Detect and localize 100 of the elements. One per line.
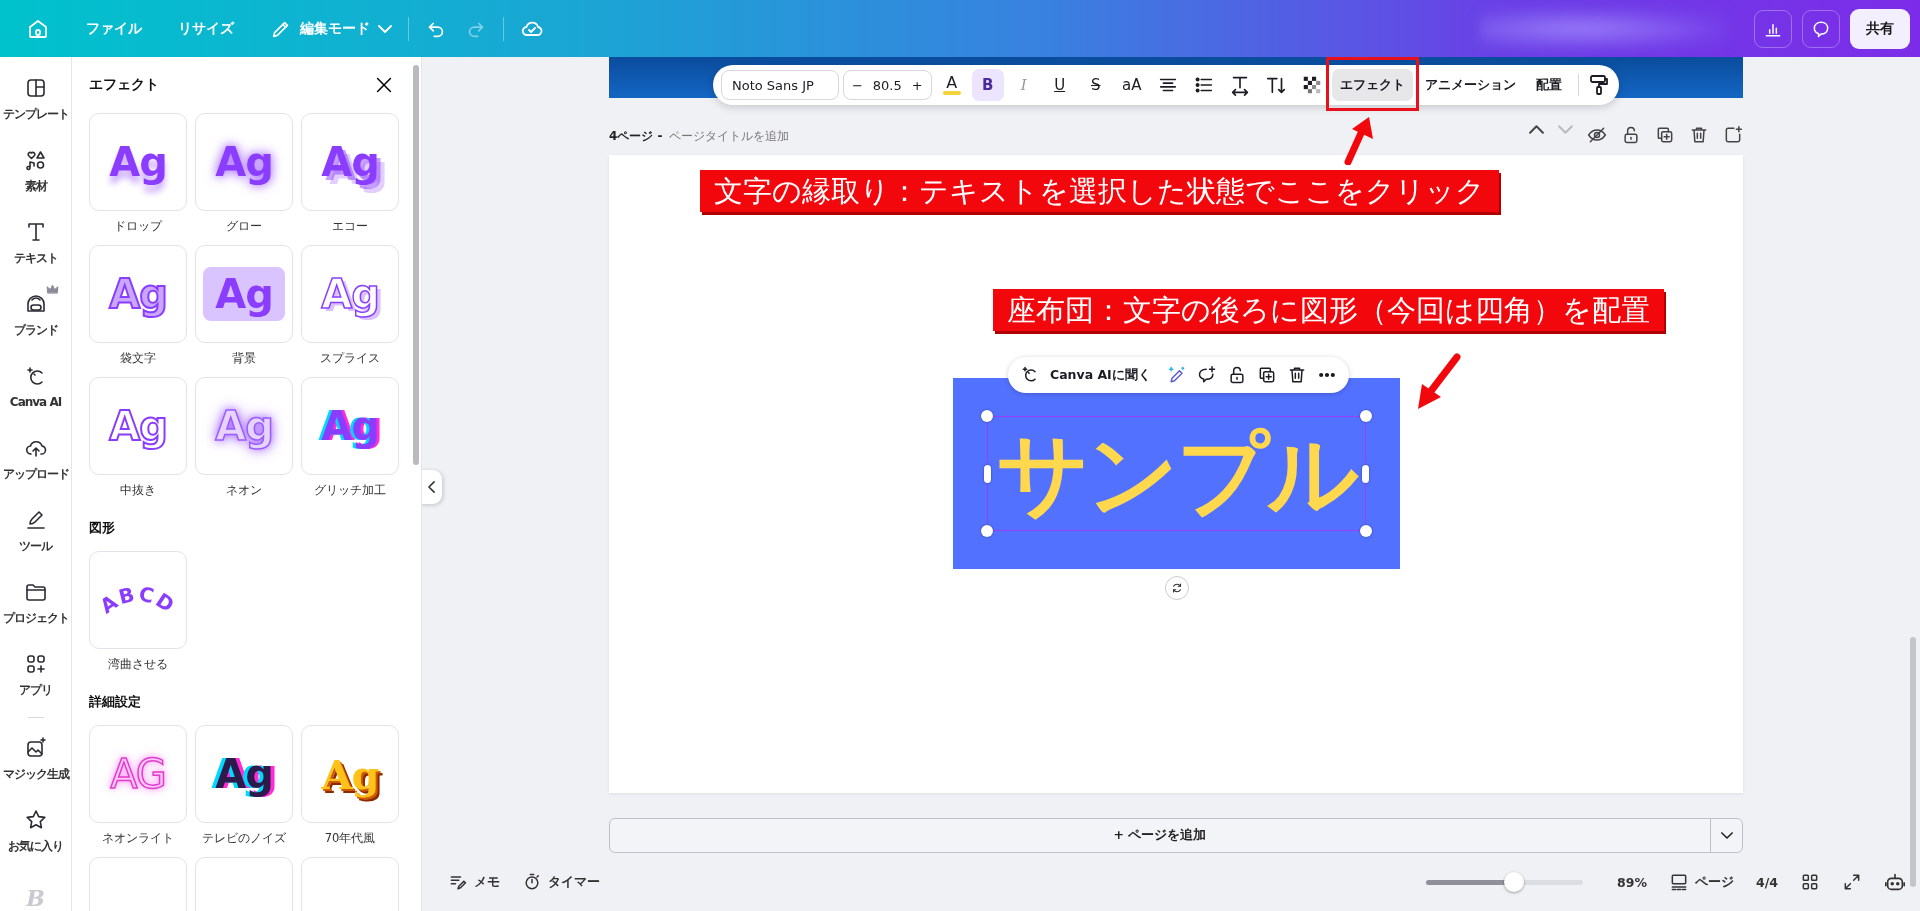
effect-tile[interactable]: Ag xyxy=(89,377,187,475)
sidebar-item[interactable]: アップロード xyxy=(0,423,71,495)
strikethrough-button[interactable]: S xyxy=(1079,69,1112,101)
effect-label: ドロップ xyxy=(114,219,162,235)
sidebar-item[interactable]: テンプレート xyxy=(0,63,71,135)
increase-button[interactable]: + xyxy=(911,77,923,93)
effect-tile[interactable]: Ag xyxy=(89,113,187,211)
annotation-callout: 文字の縁取り：テキストを選択した状態でここをクリック xyxy=(700,170,1499,212)
page-title-field[interactable]: ページタイトルを追加 xyxy=(668,128,789,145)
sidebar-item[interactable]: アプリ xyxy=(0,639,71,711)
sidebar-item[interactable]: Canva AI xyxy=(0,351,71,423)
effect-preview-text: Ag xyxy=(215,139,273,185)
ask-ai-button[interactable]: Canva AIに聞く xyxy=(1050,366,1151,384)
sidebar-label: アップロード xyxy=(2,465,69,483)
pointer-arrow xyxy=(1415,353,1461,411)
sidebar-label: Canva AI xyxy=(9,395,62,409)
effect-label: ネオンライト xyxy=(102,831,174,847)
collapse-panel-button[interactable] xyxy=(422,470,442,504)
effect-label: 70年代風 xyxy=(324,831,376,847)
effect-label: 袋文字 xyxy=(120,351,156,367)
effect-preview-text: AG xyxy=(110,751,166,797)
sidebar-item[interactable]: テキスト xyxy=(0,207,71,279)
fullscreen-icon[interactable] xyxy=(1842,872,1862,892)
pages-button[interactable]: ページ xyxy=(1669,872,1735,892)
timer-button[interactable]: タイマー xyxy=(522,872,600,892)
section-heading: 図形 xyxy=(89,519,116,537)
robot-icon[interactable] xyxy=(1884,871,1906,893)
resize-handle[interactable] xyxy=(1362,465,1369,483)
sidebar-label: プロジェクト xyxy=(2,609,69,627)
sidebar-label: ブランド xyxy=(13,321,58,339)
panel-title: エフェクト xyxy=(89,76,159,94)
sidebar-item[interactable]: ツール xyxy=(0,495,71,567)
effect-preview-text: Ag xyxy=(109,271,167,317)
sidebar-label: マジック生成 xyxy=(2,765,69,783)
font-dropdown[interactable]: Noto Sans JP xyxy=(721,70,839,100)
lock-icon[interactable] xyxy=(1621,125,1641,145)
page-count: 4/4 xyxy=(1756,874,1778,890)
sidebar-label: お気に入り xyxy=(8,837,63,855)
share-button[interactable]: 共有 xyxy=(1850,8,1910,49)
effect-label: テレビのノイズ xyxy=(202,831,286,847)
effect-label: エコー xyxy=(332,219,368,235)
comment-plus-icon[interactable] xyxy=(1196,365,1217,385)
sidebar-item[interactable]: お気に入り xyxy=(0,795,71,867)
rotate-icon xyxy=(1170,581,1184,595)
text-color-button[interactable]: A xyxy=(935,69,968,101)
decrease-button[interactable]: − xyxy=(851,77,863,93)
effect-tile[interactable]: ABCD xyxy=(89,551,187,649)
trash-icon[interactable] xyxy=(1689,125,1709,145)
scrollbar[interactable] xyxy=(1910,637,1916,887)
effect-label: 湾曲させる xyxy=(108,657,168,673)
toolbar-menu-button[interactable]: 配置 xyxy=(1527,69,1570,101)
effect-label: スプライス xyxy=(320,351,380,367)
comment-button[interactable] xyxy=(1802,9,1840,48)
font-size-control[interactable]: − 80.5 + xyxy=(842,70,932,100)
effect-label: ネオン xyxy=(226,483,262,499)
toolbar-menu-button[interactable]: アニメーション xyxy=(1416,69,1524,101)
timer-icon xyxy=(522,872,542,892)
effect-label: 背景 xyxy=(232,351,256,367)
sidebar-item[interactable]: プロジェクト xyxy=(0,567,71,639)
sidebar-label: テキスト xyxy=(13,249,58,267)
chevron-down-icon xyxy=(378,24,392,33)
effect-preview-text: Ag xyxy=(321,750,379,798)
effect-preview-text: Ag xyxy=(321,403,379,449)
effect-label: 中抜き xyxy=(120,483,156,499)
grid-view-icon[interactable] xyxy=(1800,872,1820,892)
font-size-value[interactable]: 80.5 xyxy=(872,77,902,93)
effect-tile[interactable]: Ag xyxy=(301,377,399,475)
duplicate-icon[interactable] xyxy=(1655,125,1675,145)
chevron-down-icon xyxy=(1720,832,1733,839)
eye-slash-icon[interactable] xyxy=(1587,125,1607,145)
sidebar-label: 素材 xyxy=(24,177,47,195)
effect-tile[interactable]: Ag xyxy=(195,725,293,823)
notes-button[interactable]: メモ xyxy=(448,872,500,892)
effect-label: グリッチ加工 xyxy=(314,483,386,499)
effect-preview-text: Ag xyxy=(109,139,167,185)
chevron-left-icon xyxy=(427,481,435,493)
bold-button[interactable]: B xyxy=(971,69,1004,101)
resize-handle[interactable] xyxy=(984,465,991,483)
scrollbar[interactable] xyxy=(413,65,419,465)
toolbar-menu-button[interactable]: エフェクト xyxy=(1331,69,1413,101)
effect-preview-text: Ag xyxy=(321,139,379,185)
rotate-handle[interactable] xyxy=(1165,576,1189,600)
sidebar-label: アプリ xyxy=(19,681,52,699)
effect-tile[interactable]: Ag xyxy=(301,113,399,211)
section-heading: 詳細設定 xyxy=(89,693,142,711)
add-page-icon[interactable] xyxy=(1723,125,1743,145)
effect-label: グロー xyxy=(226,219,262,235)
underline-button[interactable]: U xyxy=(1043,69,1076,101)
letter-case-button[interactable]: aA xyxy=(1115,69,1148,101)
favorites-icon xyxy=(23,807,48,832)
effect-preview-text: Ag xyxy=(215,403,273,449)
magic-pen-icon[interactable] xyxy=(1166,365,1187,385)
sidebar-item[interactable]: 素材 xyxy=(0,135,71,207)
sidebar-label: ツール xyxy=(19,537,52,555)
zoom-percentage: 89% xyxy=(1617,874,1648,890)
sidebar-item[interactable]: マジック生成 xyxy=(0,723,71,795)
analytics-button[interactable] xyxy=(1754,9,1792,48)
effect-tile[interactable]: Ag xyxy=(195,113,293,211)
sidebar-item[interactable]: ブランド xyxy=(0,279,71,351)
chevron-up-icon[interactable] xyxy=(1529,125,1544,134)
